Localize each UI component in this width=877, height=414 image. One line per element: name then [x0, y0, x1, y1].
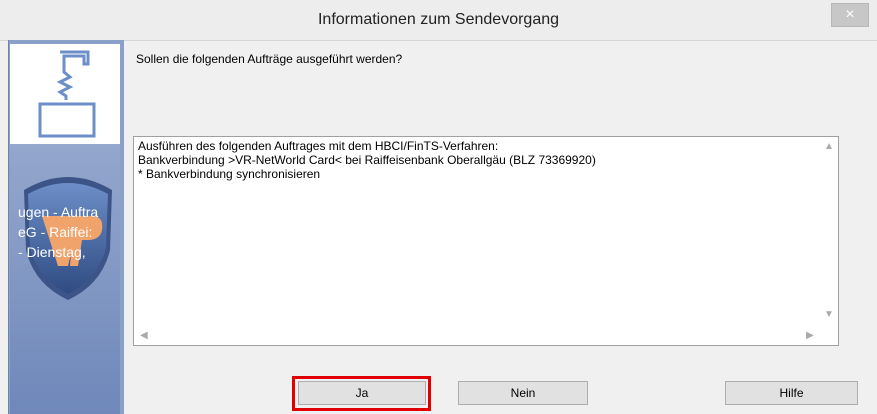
nein-button[interactable]: Nein	[458, 381, 588, 405]
order-details-text: Ausführen des folgenden Auftrages mit de…	[138, 139, 596, 181]
title-bar: Informationen zum Sendevorgang ×	[0, 0, 877, 41]
close-button[interactable]: ×	[831, 3, 869, 27]
vertical-scrollbar[interactable]: ▲ ▼	[820, 137, 838, 327]
scroll-up-icon[interactable]: ▲	[824, 141, 834, 152]
shield-text-line-2: eG - Raiffei:	[18, 224, 93, 240]
order-details-textbox[interactable]: Ausführen des folgenden Auftrages mit de…	[133, 136, 839, 346]
detail-line: Ausführen des folgenden Auftrages mit de…	[138, 139, 499, 153]
ja-button[interactable]: Ja	[298, 381, 426, 405]
close-icon: ×	[845, 6, 855, 23]
detail-line: * Bankverbindung synchronisieren	[138, 167, 321, 181]
scroll-left-icon[interactable]: ◀	[140, 330, 148, 341]
transfer-icon	[38, 50, 96, 138]
shield-text-line-1: ugen - Auftra	[18, 204, 99, 220]
detail-line: Bankverbindung >VR-NetWorld Card< bei Ra…	[138, 153, 596, 167]
hilfe-button[interactable]: Hilfe	[725, 381, 858, 405]
scroll-down-icon[interactable]: ▼	[824, 309, 834, 320]
transfer-panel	[10, 44, 120, 144]
horizontal-scrollbar[interactable]: ◀ ▶	[134, 327, 822, 345]
shield-text-line-3: - Dienstag,	[18, 244, 86, 260]
confirmation-question: Sollen die folgenden Aufträge ausgeführt…	[136, 52, 403, 66]
window-title: Informationen zum Sendevorgang	[317, 11, 560, 28]
scroll-right-icon[interactable]: ▶	[806, 330, 814, 341]
